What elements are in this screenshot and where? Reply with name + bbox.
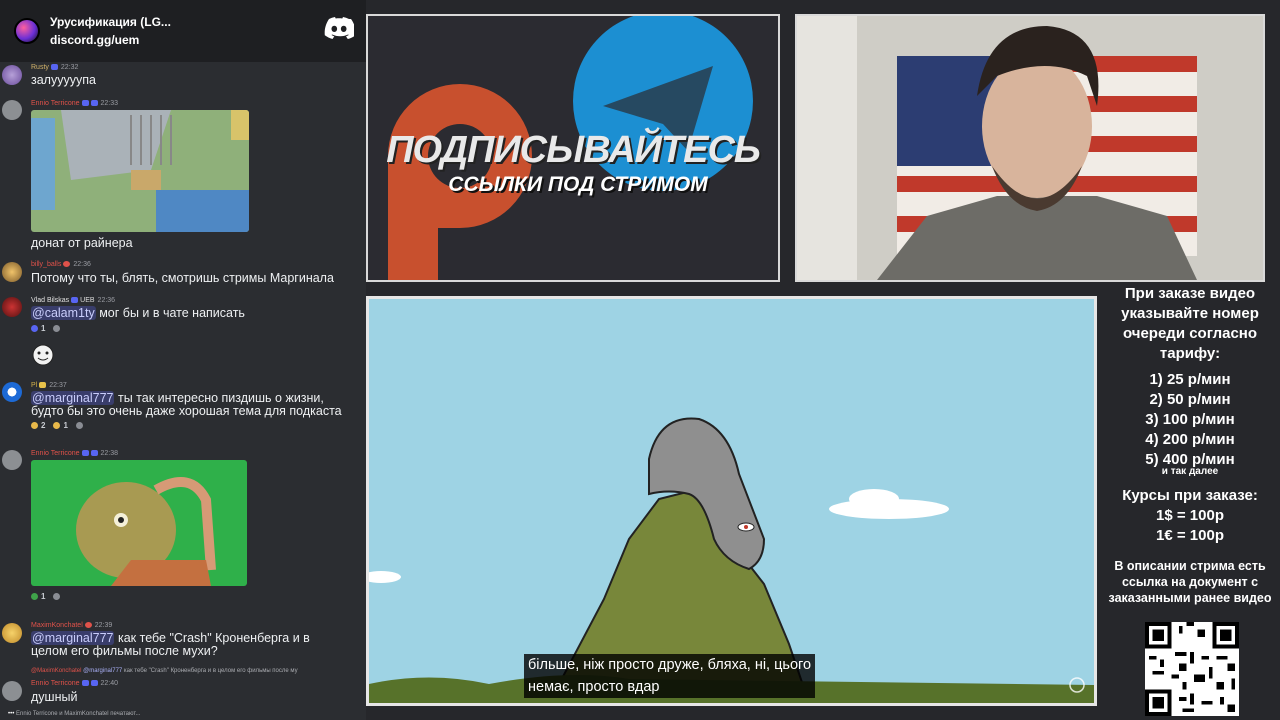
reaction-chip[interactable]: 1 <box>31 324 45 333</box>
image-attachment[interactable] <box>31 460 247 586</box>
description-note: В описании стрима есть ссылка на докумен… <box>1108 559 1272 605</box>
user-avatar[interactable] <box>2 100 22 120</box>
sticker-image <box>32 344 54 366</box>
server-invite-link[interactable]: discord.gg/uem <box>50 33 171 47</box>
rate-usd: 1$ = 100р <box>1156 507 1224 524</box>
role-badge-icon <box>63 261 71 268</box>
server-name: Урусификация (LG... <box>50 15 171 29</box>
message-text: мог бы и в чате написать <box>99 306 245 320</box>
reaction-chip[interactable]: 2 <box>31 421 45 430</box>
user-avatar[interactable] <box>2 450 22 470</box>
promo-title: ПОДПИСЫВАЙТЕСЬ <box>386 129 761 171</box>
timestamp: 22:39 <box>94 622 113 629</box>
promo-subtitle: ССЫЛКИ ПОД СТРИМОМ <box>448 173 708 196</box>
message-text: ты так интересно пиздишь о жизни, <box>117 391 324 405</box>
add-reaction-icon[interactable] <box>53 324 63 333</box>
flag-badge-icon <box>39 382 47 389</box>
role-badge: UEB <box>80 297 95 304</box>
order-info-panel: При заказе видео указывайте номер очеред… <box>1100 282 1280 720</box>
timestamp: 22:36 <box>97 297 116 304</box>
typing-text: Ennio Terricone и MaximKonchatel печатаю… <box>15 711 141 717</box>
user-mention[interactable]: @marginal777 <box>31 391 115 405</box>
server-avatar <box>14 18 40 44</box>
reaction-count: 1 <box>41 592 46 601</box>
reaction-chip[interactable]: 1 <box>31 592 45 601</box>
discord-logo-icon <box>324 17 354 39</box>
webcam-feed <box>795 14 1265 282</box>
timestamp: 22:38 <box>100 450 119 457</box>
message-text: Потому что ты, блять, смотришь стримы Ма… <box>31 271 334 285</box>
message-text: донат от райнера <box>31 236 133 250</box>
discord-chat-overlay: Урусификация (LG... discord.gg/uem Rusty… <box>0 0 366 720</box>
user-avatar[interactable] <box>2 65 22 85</box>
price-tier-list: 1) 25 р/мин 2) 50 р/мин 3) 100 р/мин 4) … <box>1100 370 1280 478</box>
role-badge-icon <box>81 680 89 687</box>
add-reaction-icon[interactable] <box>53 592 63 601</box>
username[interactable]: Ennio Terricone <box>31 100 80 107</box>
username[interactable]: Vlad Bilskas <box>31 297 69 304</box>
role-badge-icon <box>90 680 98 687</box>
image-attachment[interactable] <box>31 110 249 232</box>
video-subtitle: більше, ніж просто друже, бляха, ні, цьо… <box>524 654 816 698</box>
timestamp: 22:37 <box>49 382 67 389</box>
message-text: залууууупа <box>31 73 96 87</box>
video-frame <box>369 299 1094 703</box>
role-badge-icon <box>84 622 92 629</box>
promo-banner: ПОДПИСЫВАЙТЕСЬ ССЫЛКИ ПОД СТРИМОМ <box>366 14 780 282</box>
username[interactable]: billy_balls <box>31 261 61 268</box>
reply-username: @MaximKonchatel <box>31 668 82 674</box>
subtitle-line-1: більше, ніж просто друже, бляха, ні, цьо… <box>528 657 812 673</box>
price-tier: 4) 200 р/мин <box>1145 431 1235 448</box>
username[interactable]: Ennio Terricone <box>31 680 80 687</box>
typing-indicator: ••• Ennio Terricone и MaximKonchatel печ… <box>8 711 141 717</box>
webcam-image <box>797 16 1263 280</box>
message-text-line2: целом его фильмы после мухи? <box>31 644 218 658</box>
message-text: душный <box>31 690 78 704</box>
user-avatar[interactable] <box>2 623 22 643</box>
timestamp: 22:36 <box>73 261 91 268</box>
user-mention[interactable]: @calam1ty <box>31 306 96 320</box>
username[interactable]: Rusty <box>31 64 49 71</box>
user-avatar[interactable] <box>2 382 22 402</box>
username[interactable]: MaximKonchatel <box>31 622 83 629</box>
timestamp: 22:40 <box>100 680 119 687</box>
role-badge-icon <box>81 450 89 457</box>
reply-mention: @marginal777 <box>83 668 123 674</box>
price-tier: 1) 25 р/мин <box>1149 371 1231 388</box>
role-badge-icon <box>90 100 98 107</box>
username[interactable]: Ennio Terricone <box>31 450 80 457</box>
reply-text: как тебе "Crash" Кроненберга и в целом е… <box>123 668 298 674</box>
reply-preview[interactable]: @MaximKonchatel @marginal777 как тебе "C… <box>31 668 298 674</box>
stream-layout: Урусификация (LG... discord.gg/uem Rusty… <box>0 0 1280 720</box>
reaction-count: 1 <box>63 421 68 430</box>
chat-header: Урусификация (LG... discord.gg/uem <box>0 0 366 62</box>
user-mention[interactable]: @marginal777 <box>31 631 115 645</box>
rate-eur: 1€ = 100р <box>1156 527 1224 544</box>
message-text-line2: будто бы это очень даже хорошая тема для… <box>31 404 342 418</box>
reaction-count: 2 <box>41 421 46 430</box>
order-heading: При заказе видео указывайте номер очеред… <box>1121 285 1259 362</box>
subtitle-line-2: немає, просто вдар <box>528 679 660 695</box>
username[interactable]: Pl <box>31 382 37 389</box>
user-avatar[interactable] <box>2 262 22 282</box>
role-badge-icon <box>50 64 58 71</box>
user-avatar[interactable] <box>2 681 22 701</box>
message-text: как тебе "Crash" Кроненберга и в <box>117 631 310 645</box>
timestamp: 22:33 <box>100 100 119 107</box>
courses-heading: Курсы при заказе: <box>1122 487 1258 504</box>
reaction-chip[interactable]: 1 <box>53 421 68 430</box>
reaction-count: 1 <box>41 324 46 333</box>
price-tier: 3) 100 р/мин <box>1145 411 1235 428</box>
price-tier-etc: и так далее <box>1161 466 1219 477</box>
user-avatar[interactable] <box>2 297 22 317</box>
role-badge-icon <box>71 297 79 304</box>
video-player[interactable]: більше, ніж просто друже, бляха, ні, цьо… <box>366 296 1097 706</box>
role-badge-icon <box>81 100 89 107</box>
add-reaction-icon[interactable] <box>75 421 86 430</box>
qr-code-icon[interactable] <box>1145 622 1239 716</box>
timestamp: 22:32 <box>60 64 79 71</box>
price-tier: 2) 50 р/мин <box>1149 391 1231 408</box>
role-badge-icon <box>90 450 98 457</box>
